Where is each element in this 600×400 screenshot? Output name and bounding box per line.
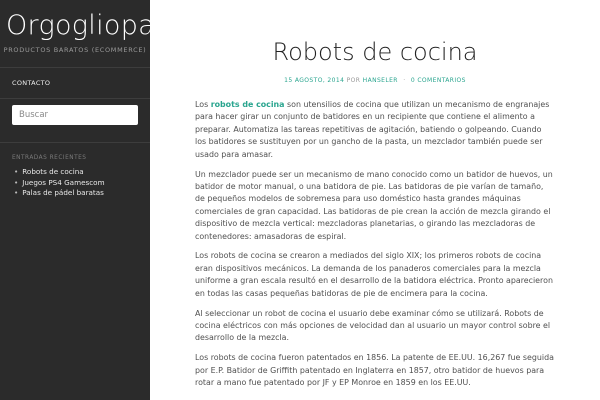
post-date-link[interactable]: 15 AGOSTO, 2014 <box>284 77 344 84</box>
sidebar: Orgogliopa PRODUCTOS BARATOS (ECOMMERCE)… <box>0 0 155 400</box>
highlight-link[interactable]: robots de cocina <box>211 100 285 109</box>
post-content: Los robots de cocina son utensilios de c… <box>195 99 555 397</box>
search-input[interactable] <box>12 105 138 125</box>
post-paragraph: Los robots de cocina son utensilios de c… <box>195 99 555 161</box>
recent-posts-title: ENTRADAS RECIENTES <box>12 155 87 161</box>
site-description: PRODUCTOS BARATOS (ECOMMERCE) <box>3 46 147 54</box>
recent-post-link[interactable]: Juegos PS4 Gamescom <box>14 178 104 189</box>
main-content: Robots de cocina 15 AGOSTO, 2014 POR HAN… <box>150 0 600 400</box>
menu-item-contacto[interactable]: CONTACTO <box>12 79 50 87</box>
post-paragraph: Los robots de cocina fueron patentados e… <box>195 353 554 388</box>
recent-post-link[interactable]: Palas de pádel baratas <box>14 188 105 199</box>
recent-post-link[interactable]: Robots de cocina <box>14 167 105 178</box>
main-menu: CONTACTO <box>0 67 150 99</box>
post-author-link[interactable]: HANSELER <box>363 77 398 84</box>
post-meta: 15 AGOSTO, 2014 POR HANSELER · 0 COMENTA… <box>150 77 600 84</box>
post-paragraph: Un mezclador puede ser un mecanismo de m… <box>195 169 553 241</box>
site-title[interactable]: Orgogliopa <box>6 10 155 41</box>
meta-separator: · <box>403 77 406 84</box>
post-comments-link[interactable]: 0 COMENTARIOS <box>411 77 466 84</box>
post-paragraph: Al seleccionar un robot de cocina el usu… <box>195 308 551 343</box>
recent-posts-list: Robots de cocina Juegos PS4 Gamescom Pal… <box>14 167 105 199</box>
recent-posts-widget: ENTRADAS RECIENTES Robots de cocina Jueg… <box>0 142 150 197</box>
paragraph-text: Los <box>195 100 211 109</box>
post-meta-by: POR <box>346 77 361 84</box>
post-title: Robots de cocina <box>272 38 478 66</box>
post-paragraph: Los robots de cocina se crearon a mediad… <box>195 251 553 298</box>
